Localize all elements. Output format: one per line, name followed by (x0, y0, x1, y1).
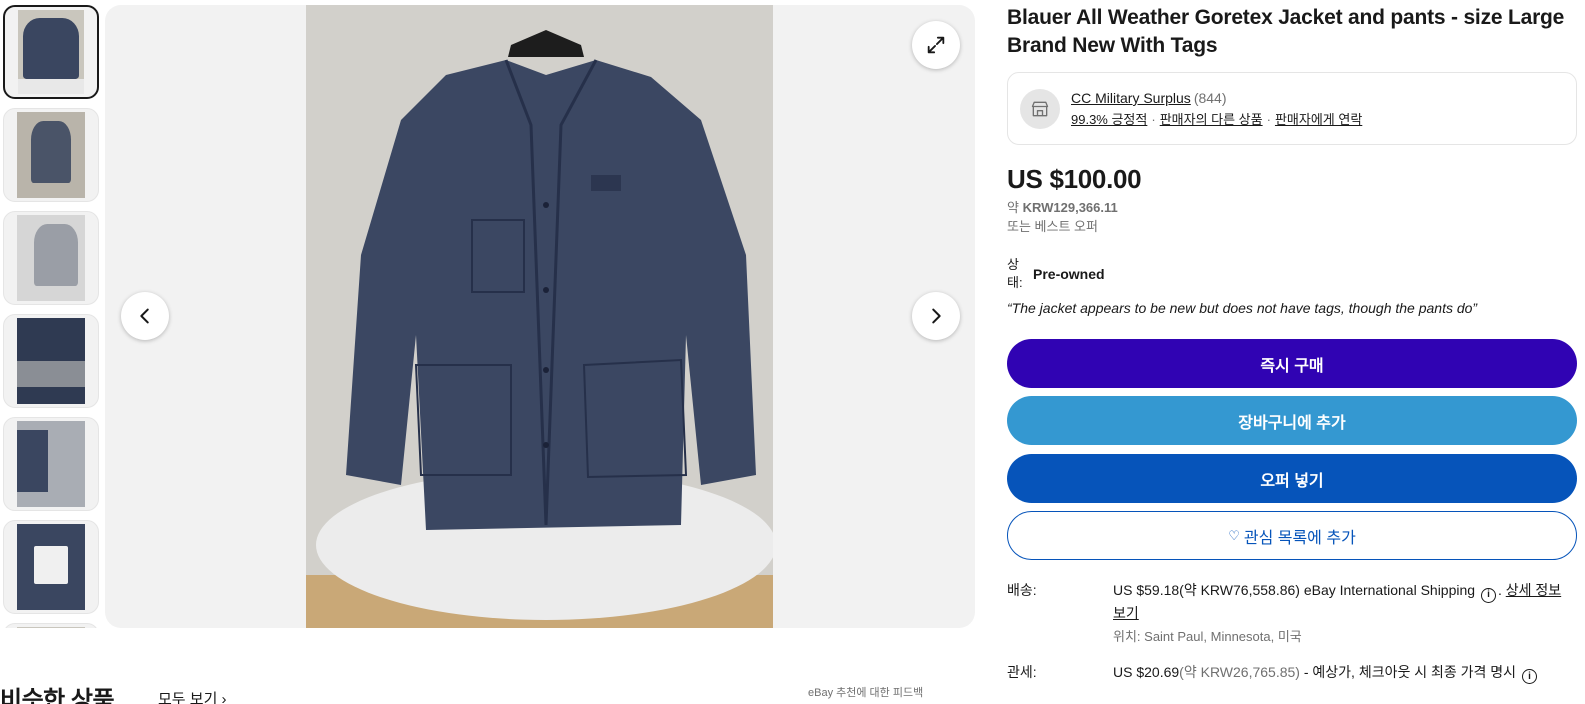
see-all-link[interactable]: 모두 보기 › (158, 688, 227, 704)
seller-name-row: CC Military Surplus (844) (1071, 90, 1227, 106)
similar-items-heading: 비슷한 상품 (0, 687, 115, 704)
seller-feedback-count: (844) (1193, 90, 1227, 106)
chevron-left-icon (140, 308, 149, 324)
separator: · (1266, 112, 1271, 127)
expand-icon (927, 36, 945, 54)
fullscreen-button[interactable] (912, 21, 960, 69)
thumbnail-7[interactable] (3, 623, 99, 628)
next-image-button[interactable] (912, 292, 960, 340)
separator: · (1151, 112, 1156, 127)
jacket-photo (306, 5, 773, 628)
separator: . (1497, 582, 1502, 598)
duties-label: 관세: (1007, 664, 1037, 680)
condition-value: Pre-owned (1033, 266, 1105, 282)
positive-feedback-link[interactable]: 99.3% 긍정적 (1071, 112, 1147, 127)
seller-name-link[interactable]: CC Military Surplus (1071, 90, 1191, 106)
shipping-label: 배송: (1007, 582, 1037, 598)
thumbnail-4[interactable] (3, 314, 99, 408)
heart-icon: ♡ (1228, 527, 1240, 543)
thumbnail-5[interactable] (3, 417, 99, 511)
shipping-cost: US $59.18(약 KRW76,558.86) eBay Internati… (1113, 582, 1476, 598)
add-to-cart-button[interactable]: 장바구니에 추가 (1007, 396, 1577, 445)
info-icon[interactable]: i (1480, 587, 1496, 603)
condition-label: 상태: (1007, 257, 1023, 290)
contact-seller-link[interactable]: 판매자에게 연락 (1275, 112, 1362, 127)
image-viewer (105, 5, 975, 628)
shipping-value: US $59.18(약 KRW76,558.86) eBay Internati… (1113, 580, 1563, 623)
add-to-watchlist-button[interactable]: ♡ 관심 목록에 추가 (1007, 511, 1577, 560)
thumbnail-6[interactable] (3, 520, 99, 614)
store-icon (1020, 89, 1060, 129)
previous-image-button[interactable] (121, 292, 169, 340)
main-product-image[interactable] (306, 5, 773, 628)
duties-value: US $20.69(약 KRW26,765.85) - 예상가, 체크아웃 시 … (1113, 662, 1539, 684)
duties-note: - 예상가, 체크아웃 시 최종 가격 명시 (1299, 664, 1517, 680)
seller-card: CC Military Surplus (844) 99.3% 긍정적 · 판매자의 … (1007, 72, 1577, 145)
listing-title: Blauer All Weather Goretex Jacket and pa… (1007, 6, 1565, 57)
duties-amount: US $20.69 (1113, 664, 1180, 680)
best-offer-note: 또는 베스트 오퍼 (1007, 219, 1098, 234)
watchlist-label: 관심 목록에 추가 (1243, 529, 1356, 547)
seller-other-items-link[interactable]: 판매자의 다른 상품 (1160, 112, 1263, 127)
item-price: US $100.00 (1007, 164, 1142, 194)
thumbnail-1[interactable] (3, 5, 99, 99)
seller-notes: “The jacket appears to be new but does n… (1007, 300, 1478, 316)
recommendation-feedback-link[interactable]: eBay 추천에 대한 피드백 (808, 684, 923, 700)
approx-price: 약 KRW129,366.11 (1007, 197, 1118, 216)
thumbnail-2[interactable] (3, 108, 99, 202)
chevron-right-icon (932, 308, 941, 324)
thumbnail-3[interactable] (3, 211, 99, 305)
thumbnail-strip (3, 5, 99, 628)
approx-prefix: 약 (1007, 200, 1023, 215)
duties-approx: (약 KRW26,765.85) (1179, 664, 1300, 680)
item-location: 위치: Saint Paul, Minnesota, 미국 (1113, 629, 1302, 644)
info-icon[interactable]: i (1521, 669, 1537, 684)
seller-links-row: 99.3% 긍정적 · 판매자의 다른 상품 · 판매자에게 연락 (1071, 109, 1362, 128)
make-offer-button[interactable]: 오퍼 넣기 (1007, 454, 1577, 503)
buy-it-now-button[interactable]: 즉시 구매 (1007, 339, 1577, 388)
approx-krw-value: KRW129,366.11 (1022, 200, 1118, 215)
